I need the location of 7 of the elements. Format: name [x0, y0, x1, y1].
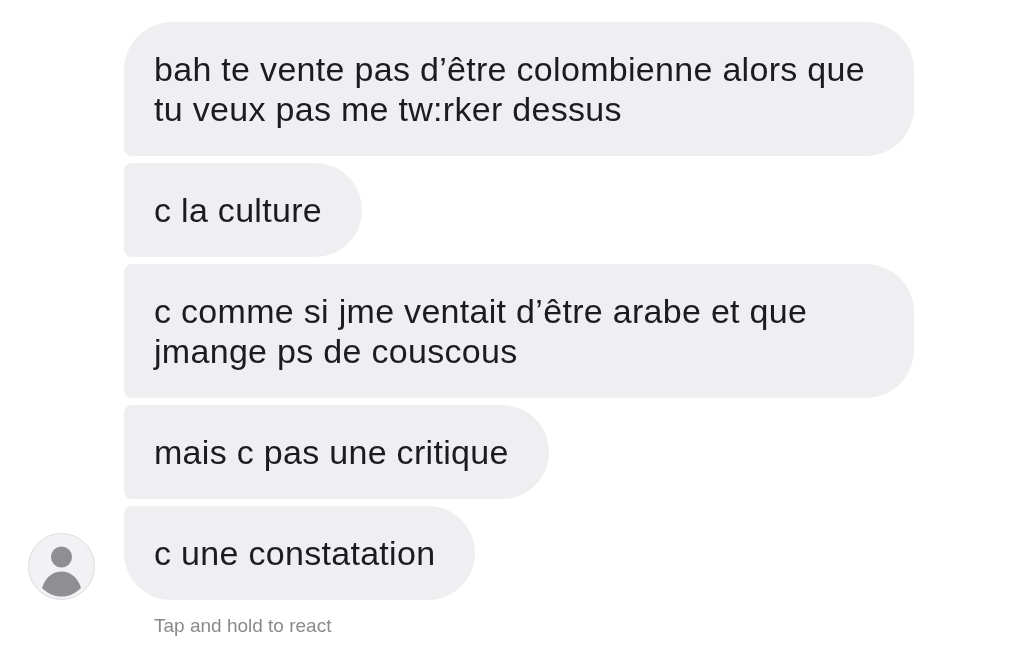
- message-bubble[interactable]: c comme si jme ventait d’être arabe et que jmange ps de couscous: [124, 264, 914, 398]
- avatar-icon: [28, 533, 95, 600]
- message-bubble[interactable]: c une constatation: [124, 506, 476, 600]
- message-bubble[interactable]: bah te vente pas d’être colombienne alors que tu veux pas me tw:rker dessus: [124, 22, 914, 156]
- message-bubble[interactable]: mais c pas une critique: [124, 405, 549, 499]
- reaction-hint: Tap and hold to react: [154, 615, 332, 636]
- message-bubble[interactable]: c la culture: [124, 163, 362, 257]
